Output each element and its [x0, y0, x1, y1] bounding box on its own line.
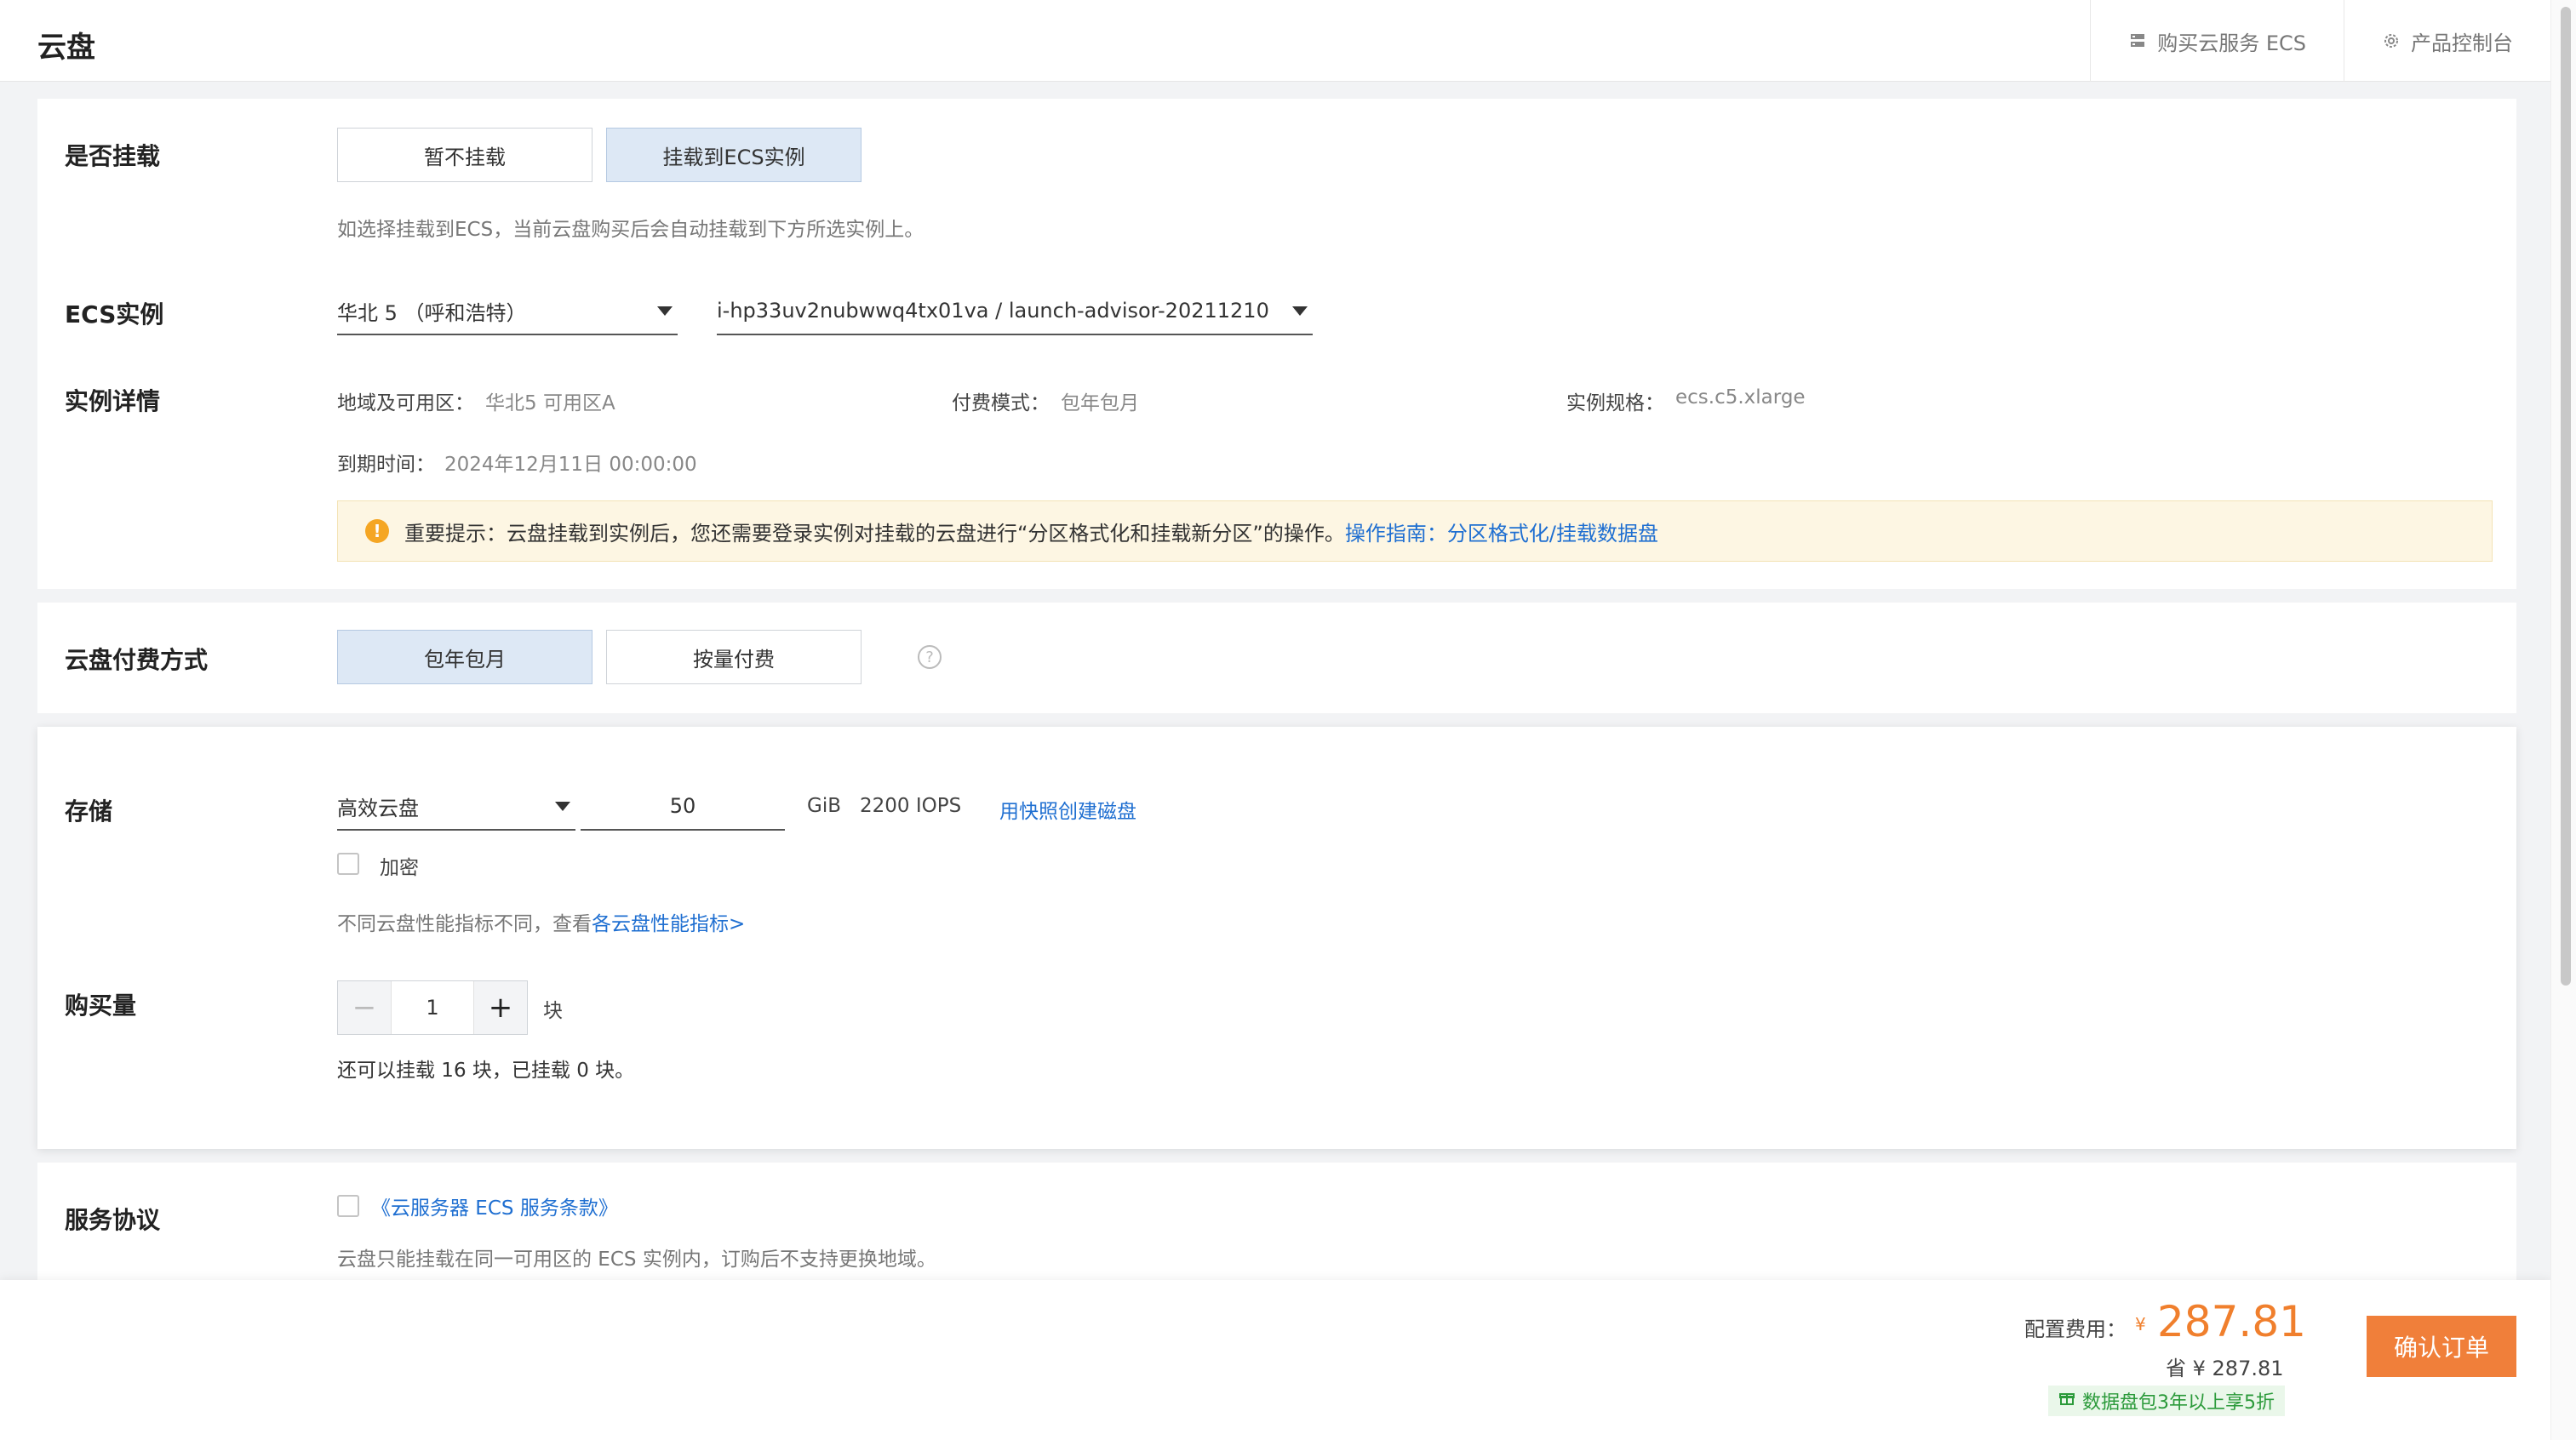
encrypt-checkbox[interactable] — [337, 853, 359, 875]
no-mount-button[interactable]: 暂不挂载 — [337, 128, 592, 182]
billing-value: 包年包月 — [1061, 392, 1139, 414]
chevron-down-icon — [1292, 306, 1308, 316]
encrypt-label: 加密 — [380, 857, 419, 879]
disk-type-select[interactable]: 高效云盘 — [337, 783, 575, 831]
zone-value: 华北5 可用区A — [485, 392, 615, 414]
mount-ecs-button[interactable]: 挂载到ECS实例 — [606, 128, 862, 182]
payment-label: 云盘付费方式 — [65, 646, 209, 674]
instance-select[interactable]: i-hp33uv2nubwwq4tx01va / launch-advisor-… — [717, 288, 1313, 335]
fee-currency: ¥ — [2135, 1314, 2146, 1334]
quantity-label: 购买量 — [65, 991, 137, 1020]
product-console-label: 产品控制台 — [2411, 31, 2513, 55]
confirm-order-button[interactable]: 确认订单 — [2367, 1316, 2516, 1377]
chevron-down-icon — [657, 306, 673, 316]
perf-hint: 不同云盘性能指标不同，查看各云盘性能指标> — [337, 907, 745, 936]
server-icon — [2128, 31, 2147, 50]
buy-ecs-label: 购买云服务 ECS — [2157, 31, 2306, 55]
page-title: 云盘 — [37, 31, 95, 65]
billing-key: 付费模式： — [952, 392, 1050, 414]
quantity-value[interactable]: 1 — [391, 981, 474, 1034]
chevron-down-icon — [555, 801, 570, 811]
mount-section: 是否挂载 暂不挂载 挂载到ECS实例 如选择挂载到ECS，当前云盘购买后会自动挂… — [37, 99, 2516, 589]
ecs-label: ECS实例 — [65, 300, 164, 329]
fee-label: 配置费用： — [2024, 1317, 2127, 1341]
scrollbar-thumb[interactable] — [2561, 7, 2571, 986]
agreement-label: 服务协议 — [65, 1206, 161, 1234]
subscription-button[interactable]: 包年包月 — [337, 630, 592, 684]
pay-as-you-go-button[interactable]: 按量付费 — [606, 630, 862, 684]
top-bar: 云盘 购买云服务 ECS 产品控制台 — [0, 0, 2550, 82]
fee-value: 287.81 — [2157, 1297, 2306, 1346]
notice-text: 重要提示：云盘挂载到实例后，您还需要登录实例对挂载的云盘进行“分区格式化和挂载新… — [404, 521, 1345, 546]
mount-label: 是否挂载 — [65, 142, 161, 170]
help-icon[interactable]: ? — [918, 645, 942, 669]
storage-section: 存储 高效云盘 50 GiB 2200 IOPS 用快照创建磁盘 加密 不同云盘… — [37, 727, 2516, 1149]
header-actions: 购买云服务 ECS 产品控制台 — [2090, 0, 2550, 82]
savings: 省 ¥ 287.81 — [2166, 1351, 2284, 1381]
save-value: ¥ 287.81 — [2192, 1357, 2284, 1380]
instance-value: i-hp33uv2nubwwq4tx01va / launch-advisor-… — [717, 299, 1269, 323]
size-unit: GiB — [807, 795, 841, 817]
zone-key: 地域及可用区： — [337, 392, 474, 414]
promo-badge: 数据盘包3年以上享5折 — [2048, 1386, 2285, 1416]
decrement-button[interactable]: − — [338, 981, 391, 1034]
quantity-hint: 还可以挂载 16 块，已挂载 0 块。 — [337, 1060, 635, 1082]
ecs-terms-link[interactable]: 《云服务器 ECS 服务条款》 — [371, 1191, 618, 1220]
iops-value: 2200 IOPS — [860, 795, 962, 817]
increment-button[interactable]: + — [474, 981, 527, 1034]
perf-metrics-link[interactable]: 各云盘性能指标> — [592, 913, 745, 935]
disk-size-input[interactable]: 50 — [581, 783, 785, 831]
disk-type-value: 高效云盘 — [337, 796, 419, 820]
region-value: 华北 5 （呼和浩特） — [337, 300, 527, 325]
product-console-link[interactable]: 产品控制台 — [2344, 0, 2550, 82]
quantity-stepper: − 1 + — [337, 980, 528, 1035]
expire-key: 到期时间： — [337, 454, 435, 476]
important-notice: ! 重要提示：云盘挂载到实例后，您还需要登录实例对挂载的云盘进行“分区格式化和挂… — [337, 500, 2493, 562]
spec-key: 实例规格： — [1566, 392, 1664, 414]
expire-value: 2024年12月11日 00:00:00 — [444, 454, 697, 476]
notice-guide-link[interactable]: 操作指南：分区格式化/挂载数据盘 — [1345, 522, 1658, 546]
payment-section: 云盘付费方式 包年包月 按量付费 ? — [37, 603, 2516, 713]
agreement-note: 云盘只能挂载在同一可用区的 ECS 实例内，订购后不支持更换地域。 — [337, 1249, 936, 1271]
promo-text: 数据盘包3年以上享5折 — [2082, 1392, 2275, 1414]
details-label: 实例详情 — [65, 387, 161, 415]
gift-icon — [2058, 1390, 2075, 1412]
perf-hint-text: 不同云盘性能指标不同，查看 — [337, 913, 592, 935]
warning-icon: ! — [365, 519, 389, 543]
quantity-unit: 块 — [543, 1000, 563, 1022]
disk-size-value: 50 — [669, 794, 696, 818]
save-label: 省 — [2166, 1357, 2186, 1380]
snapshot-link[interactable]: 用快照创建磁盘 — [999, 795, 1136, 824]
buy-ecs-link[interactable]: 购买云服务 ECS — [2090, 0, 2344, 82]
region-select[interactable]: 华北 5 （呼和浩特） — [337, 288, 678, 335]
spec-value: ecs.c5.xlarge — [1675, 386, 1806, 409]
gear-icon — [2382, 31, 2401, 50]
scrollbar[interactable] — [2550, 0, 2576, 1440]
mount-hint: 如选择挂载到ECS，当前云盘购买后会自动挂载到下方所选实例上。 — [337, 219, 924, 241]
storage-label: 存储 — [65, 797, 113, 826]
order-footer: 配置费用： ¥ 287.81 省 ¥ 287.81 数据盘包3年以上享5折 确认… — [0, 1280, 2550, 1440]
agreement-checkbox[interactable] — [337, 1195, 359, 1217]
